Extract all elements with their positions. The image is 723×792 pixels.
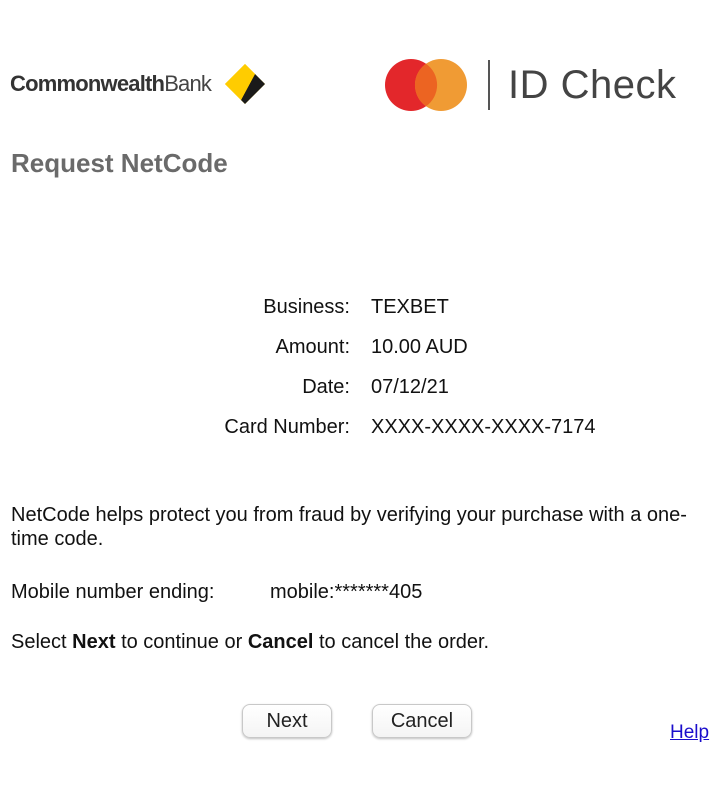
instruction-cancel-emphasis: Cancel <box>247 631 314 653</box>
detail-row-amount: Amount: 10.00 AUD <box>0 336 723 362</box>
detail-label: Card Number: <box>224 416 350 438</box>
help-link[interactable]: Help <box>670 722 709 744</box>
detail-row-business: Business: TEXBET <box>0 296 723 322</box>
detail-row-card-number: Card Number: XXXX-XXXX-XXXX-7174 <box>0 416 723 442</box>
detail-value: 10.00 AUD <box>371 336 468 358</box>
detail-label: Amount: <box>275 336 350 358</box>
detail-label: Date: <box>302 376 350 398</box>
logo-divider <box>488 60 490 110</box>
bank-name-light: Bank <box>164 71 212 96</box>
cancel-button[interactable]: Cancel <box>372 704 472 738</box>
mastercard-id-check-logo: ID Check <box>384 56 677 114</box>
detail-value: XXXX-XXXX-XXXX-7174 <box>371 416 596 438</box>
detail-value: 07/12/21 <box>371 376 449 398</box>
mobile-number-row: Mobile number ending: mobile:*******405 <box>11 581 422 604</box>
instruction-part: to continue or <box>115 631 248 653</box>
instruction-part: Select <box>11 631 73 653</box>
bank-name: CommonwealthBank <box>10 71 212 97</box>
mobile-label: Mobile number ending: <box>11 581 215 603</box>
id-check-text: ID Check <box>508 62 677 107</box>
bank-name-bold: Commonwealth <box>10 71 165 96</box>
mobile-value: mobile:*******405 <box>270 581 423 603</box>
mastercard-circles-icon <box>384 56 468 114</box>
instruction-text: Select Next to continue or Cancel to can… <box>11 631 489 654</box>
cba-diamond-icon <box>223 62 267 106</box>
detail-label: Business: <box>263 296 350 318</box>
detail-value: TEXBET <box>371 296 449 318</box>
instruction-next-emphasis: Next <box>72 631 116 653</box>
detail-row-date: Date: 07/12/21 <box>0 376 723 402</box>
page-title: Request NetCode <box>11 148 228 178</box>
instruction-part: to cancel the order. <box>313 631 490 653</box>
header: CommonwealthBank ID Check <box>0 0 723 140</box>
commonwealth-bank-logo: CommonwealthBank <box>10 62 267 106</box>
next-button[interactable]: Next <box>242 704 332 738</box>
netcode-info-text: NetCode helps protect you from fraud by … <box>11 504 687 550</box>
